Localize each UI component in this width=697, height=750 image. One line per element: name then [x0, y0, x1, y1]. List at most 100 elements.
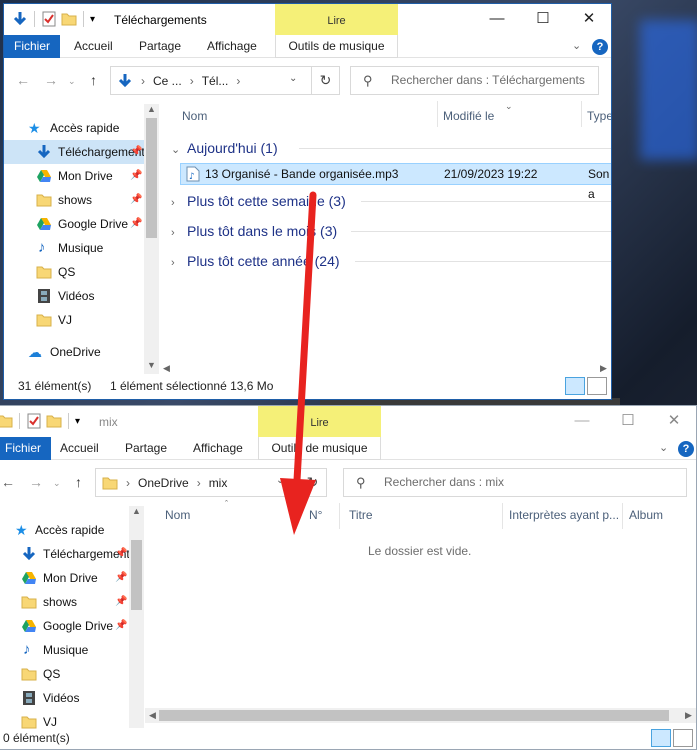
address-dropdown-icon[interactable]: ⌄ — [276, 475, 284, 486]
scroll-up-icon[interactable]: ▲ — [147, 104, 156, 114]
pin-icon[interactable]: 📌 — [115, 590, 127, 614]
nav-item-my-drive[interactable]: Mon Drive 📌 — [4, 164, 159, 188]
nav-scrollbar[interactable]: ▲ — [129, 506, 144, 728]
recent-locations-icon[interactable]: ⌄ — [68, 76, 76, 87]
tab-share[interactable]: Partage — [131, 35, 189, 58]
horizontal-scrollbar[interactable]: ◀ ▶ — [145, 708, 696, 723]
breadcrumb-onedrive[interactable]: OneDrive — [138, 476, 189, 490]
tab-home[interactable]: Accueil — [66, 35, 121, 58]
breadcrumb-downloads[interactable]: Tél... — [202, 74, 229, 88]
column-separator[interactable] — [437, 101, 438, 127]
details-view-icon[interactable] — [651, 729, 671, 747]
nav-item-shows[interactable]: shows 📌 — [4, 188, 159, 212]
nav-item-my-drive[interactable]: Mon Drive 📌 — [0, 566, 150, 590]
nav-item-music[interactable]: ♪ Musique — [4, 236, 159, 260]
help-icon[interactable]: ? — [592, 39, 608, 55]
horizontal-scroll-thumb[interactable] — [159, 710, 669, 721]
pin-icon[interactable]: 📌 — [130, 212, 142, 236]
column-separator[interactable] — [581, 101, 582, 127]
address-dropdown-icon[interactable]: ⌄ — [289, 73, 297, 84]
up-arrow-icon[interactable]: ↑ — [90, 72, 97, 88]
nav-scroll-thumb[interactable] — [131, 540, 142, 610]
tab-view[interactable]: Affichage — [199, 35, 265, 58]
tab-music-tools[interactable]: Outils de musique — [258, 437, 381, 460]
tab-file[interactable]: Fichier — [4, 35, 61, 58]
column-separator[interactable] — [502, 503, 503, 529]
properties-icon[interactable] — [26, 413, 42, 429]
nav-item-qs[interactable]: QS — [4, 260, 159, 284]
large-icons-view-icon[interactable] — [673, 729, 693, 747]
pin-icon[interactable]: 📌 — [115, 566, 127, 590]
tab-music-tools[interactable]: Outils de musique — [275, 35, 398, 58]
column-type[interactable]: Type — [587, 104, 611, 128]
address-bar[interactable]: › Ce ... › Tél... › ⌄ ↻ — [110, 66, 340, 95]
scroll-left-icon[interactable]: ◀ — [163, 363, 170, 374]
expand-ribbon-icon[interactable]: ⌄ — [572, 39, 581, 52]
pin-icon[interactable]: 📌 — [130, 164, 142, 188]
search-input[interactable]: ⚲ Rechercher dans : mix — [343, 468, 687, 497]
refresh-icon[interactable]: ↻ — [298, 469, 326, 496]
forward-arrow-icon[interactable]: → — [44, 72, 58, 88]
scroll-right-icon[interactable]: ▶ — [685, 710, 692, 721]
tab-home[interactable]: Accueil — [52, 437, 107, 460]
nav-item-google-drive[interactable]: Google Drive 📌 — [0, 614, 150, 638]
nav-item-music[interactable]: ♪ Musique — [0, 638, 150, 662]
minimize-button[interactable]: — — [474, 4, 520, 35]
column-separator[interactable] — [296, 503, 297, 529]
close-button[interactable]: ✕ — [566, 4, 611, 35]
scroll-up-icon[interactable]: ▲ — [132, 506, 141, 516]
large-icons-view-icon[interactable] — [587, 377, 607, 395]
new-folder-icon[interactable] — [46, 413, 62, 429]
column-separator[interactable] — [339, 503, 340, 529]
nav-item-quick-access[interactable]: ★ Accès rapide — [0, 518, 150, 542]
scroll-right-icon[interactable]: ▶ — [600, 363, 607, 374]
up-arrow-icon[interactable]: ↑ — [75, 474, 82, 490]
group-today[interactable]: ⌄ Aujourd'hui (1) — [171, 136, 611, 160]
nav-item-videos[interactable]: Vidéos — [0, 686, 150, 710]
column-name[interactable]: Nom — [182, 104, 207, 128]
context-tab-play[interactable]: Lire — [258, 406, 381, 437]
column-album[interactable]: Album — [629, 503, 663, 527]
nav-item-downloads[interactable]: Téléchargements 📌 — [4, 140, 159, 164]
recent-locations-icon[interactable]: ⌄ — [53, 478, 61, 489]
refresh-icon[interactable]: ↻ — [311, 67, 339, 94]
nav-item-onedrive[interactable]: ☁ OneDrive — [4, 340, 159, 364]
pin-icon[interactable]: 📌 — [130, 188, 142, 212]
tab-view[interactable]: Affichage — [185, 437, 251, 460]
search-input[interactable]: ⚲ Rechercher dans : Téléchargements — [350, 66, 599, 95]
nav-item-videos[interactable]: Vidéos — [4, 284, 159, 308]
new-folder-icon[interactable] — [61, 11, 77, 27]
maximize-button[interactable]: ☐ — [520, 4, 566, 35]
pin-icon[interactable]: 📌 — [115, 614, 127, 638]
nav-item-shows[interactable]: shows 📌 — [0, 590, 150, 614]
tab-share[interactable]: Partage — [117, 437, 175, 460]
nav-item-google-drive[interactable]: Google Drive 📌 — [4, 212, 159, 236]
download-arrow-icon[interactable] — [12, 11, 28, 27]
breadcrumb-mix[interactable]: mix — [209, 476, 228, 490]
close-button[interactable]: ✕ — [651, 406, 696, 437]
customize-qat-icon[interactable]: ▾ — [75, 416, 80, 427]
pin-icon[interactable]: 📌 — [130, 140, 142, 164]
group-earlier-this-week[interactable]: › Plus tôt cette semaine (3) — [171, 189, 611, 213]
group-earlier-this-month[interactable]: › Plus tôt dans le mois (3) — [171, 219, 611, 243]
nav-item-downloads[interactable]: Téléchargements 📌 — [0, 542, 150, 566]
forward-arrow-icon[interactable]: → — [29, 474, 43, 490]
column-title[interactable]: Titre — [349, 503, 373, 527]
context-tab-play[interactable]: Lire — [275, 4, 398, 35]
scroll-down-icon[interactable]: ▼ — [147, 360, 156, 370]
column-contributing-artists[interactable]: Interprètes ayant p... — [509, 503, 619, 527]
back-arrow-icon[interactable]: ← — [16, 72, 30, 88]
column-number[interactable]: N° — [309, 503, 322, 527]
nav-item-vj[interactable]: VJ — [4, 308, 159, 332]
file-row-selected[interactable]: ♪ 13 Organisé - Bande organisée.mp3 21/0… — [180, 163, 611, 201]
properties-icon[interactable] — [41, 11, 57, 27]
address-bar[interactable]: › OneDrive › mix ⌄ ↻ — [95, 468, 327, 497]
column-name[interactable]: Nom — [165, 503, 190, 527]
customize-qat-icon[interactable]: ▾ — [90, 14, 95, 25]
minimize-button[interactable]: — — [559, 406, 605, 437]
breadcrumb-this-pc[interactable]: Ce ... — [153, 74, 182, 88]
pin-icon[interactable]: 📌 — [115, 542, 127, 566]
nav-item-quick-access[interactable]: ★ Accès rapide — [4, 116, 159, 140]
expand-ribbon-icon[interactable]: ⌄ — [659, 441, 668, 454]
back-arrow-icon[interactable]: ← — [1, 474, 15, 490]
